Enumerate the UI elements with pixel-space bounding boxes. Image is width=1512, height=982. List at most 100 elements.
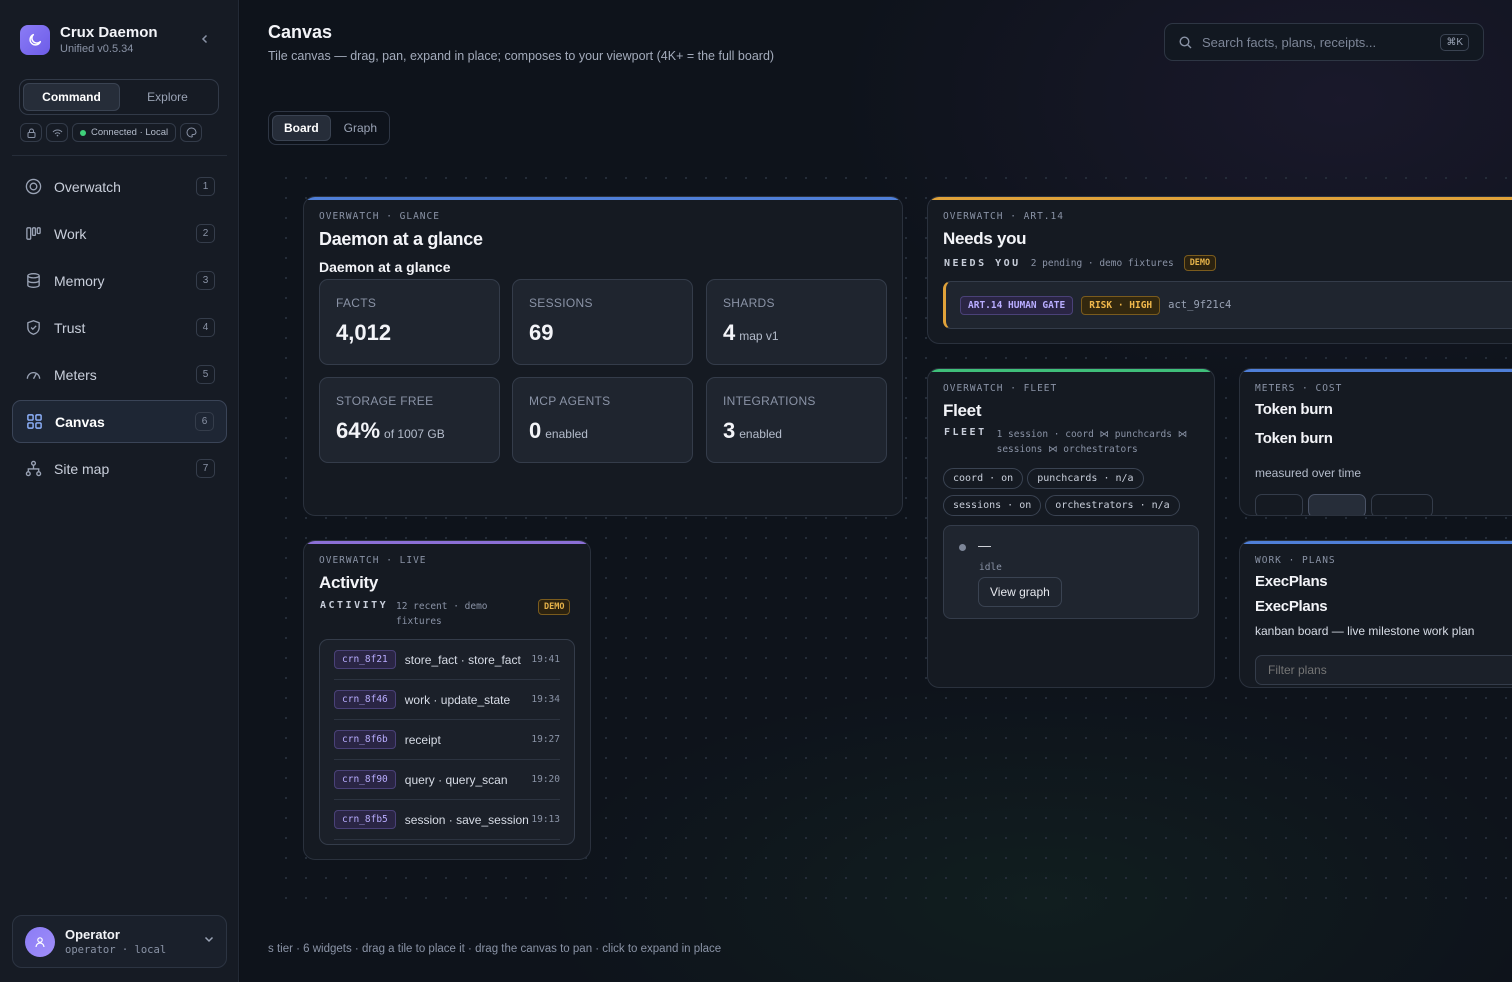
search-icon [1179, 35, 1192, 48]
nav-shortcut: 3 [196, 271, 215, 290]
nav-item-memory[interactable]: Memory 3 [12, 259, 227, 302]
lock-icon[interactable] [20, 123, 42, 142]
stat-value-row: 4 map v1 [723, 320, 870, 346]
search-box[interactable]: ⌘K [1164, 23, 1484, 61]
nav-shortcut: 1 [196, 177, 215, 196]
tile-accent [928, 369, 1214, 372]
range-chip[interactable] [1371, 494, 1433, 515]
view-graph-button[interactable]: View graph [978, 577, 1062, 607]
list-item[interactable]: crn_8f21 store_fact · store_fact 19:41 [334, 640, 560, 680]
stat-value-row: 3 enabled [723, 418, 870, 444]
nav-item-site-map[interactable]: Site map 7 [12, 447, 227, 490]
range-chip[interactable] [1308, 494, 1366, 515]
pill-coord[interactable]: coord · on [943, 468, 1024, 489]
avatar [25, 926, 55, 957]
stat-label: INTEGRATIONS [723, 394, 816, 408]
nav-label: Meters [54, 366, 97, 383]
list-item[interactable]: crn_8fb5 session · save_session 19:13 [334, 800, 560, 840]
nav-label: Work [54, 225, 87, 242]
collapse-sidebar-button[interactable] [196, 30, 214, 48]
connection-status[interactable]: Connected · Local [72, 123, 177, 142]
stat-value-row: 0 enabled [529, 418, 676, 444]
nav-item-meters[interactable]: Meters 5 [12, 353, 227, 396]
fleet-node-card[interactable]: — idle View graph [943, 525, 1199, 619]
view-tabs: Board Graph [268, 111, 390, 145]
connection-label: Connected · Local [91, 127, 169, 138]
activity-label: store_fact · store_fact [404, 652, 521, 667]
tile-daemon-glance[interactable]: OVERWATCH · GLANCE Daemon at a glance Da… [303, 196, 903, 516]
tile-eyebrow: METERS · COST [1255, 383, 1343, 394]
page-title: Canvas [268, 22, 333, 42]
tile-title: Activity [319, 573, 379, 592]
stat-integrations: INTEGRATIONS 3 enabled [706, 377, 887, 463]
database-icon [24, 272, 42, 290]
range-chip[interactable] [1255, 494, 1303, 515]
user-name: Operator [65, 927, 120, 942]
user-role: operator · local [65, 944, 167, 956]
tab-graph[interactable]: Graph [333, 115, 388, 141]
pill-sessions[interactable]: sessions · on [943, 495, 1042, 516]
pill-punchcards[interactable]: punchcards · n/a [1027, 468, 1144, 489]
node-status-dot-icon [959, 544, 966, 551]
nav-item-work[interactable]: Work 2 [12, 212, 227, 255]
activity-label: work · update_state [404, 692, 511, 707]
activity-id: crn_8f90 [334, 770, 396, 789]
filter-plans-input[interactable] [1255, 655, 1512, 685]
nav-item-canvas[interactable]: Canvas 6 [12, 400, 227, 443]
search-input[interactable] [1202, 34, 1441, 50]
main-nav: Overwatch 1 Work 2 Memory 3 Trust 4 Mete… [12, 165, 227, 494]
activity-label: session · save_session [404, 812, 529, 827]
list-item[interactable]: crn_8f90 query · query_scan 19:20 [334, 760, 560, 800]
tile-fleet[interactable]: OVERWATCH · FLEET Fleet FLEET 1 session … [927, 368, 1215, 688]
list-item[interactable]: crn_8f46 work · update_state 19:34 [334, 680, 560, 720]
tile-eyebrow: OVERWATCH · LIVE [319, 555, 427, 566]
tile-eyebrow: WORK · PLANS [1255, 555, 1336, 566]
chevron-down-icon [204, 936, 214, 943]
mode-switch: Command Explore [19, 79, 219, 115]
brand[interactable]: Crux Daemon Unified v0.5.34 [20, 24, 158, 55]
pill-orchestrators[interactable]: orchestrators · n/a [1045, 495, 1180, 516]
tab-board[interactable]: Board [272, 115, 331, 141]
nav-label: Memory [54, 272, 105, 289]
tile-subtitle: Token burn [1255, 430, 1333, 447]
tile-token-burn[interactable]: METERS · COST Token burn Token burn meas… [1239, 368, 1512, 516]
tile-activity[interactable]: OVERWATCH · LIVE Activity ACTIVITY 12 re… [303, 540, 591, 860]
signal-icon[interactable] [46, 123, 68, 142]
risk-tag: RISK · HIGH [1081, 295, 1161, 315]
tile-execplans[interactable]: WORK · PLANS ExecPlans ExecPlans kanban … [1239, 540, 1512, 688]
nav-item-trust[interactable]: Trust 4 [12, 306, 227, 349]
gauge-icon [24, 366, 42, 384]
stat-value: 69 [529, 320, 554, 345]
shield-icon [24, 319, 42, 337]
nav-item-overwatch[interactable]: Overwatch 1 [12, 165, 227, 208]
mode-command-button[interactable]: Command [23, 83, 120, 111]
tile-accent [928, 197, 1512, 200]
activity-list: crn_8f21 store_fact · store_fact 19:41 c… [319, 639, 575, 845]
tile-needs-you[interactable]: OVERWATCH · ART.14 Needs you NEEDS YOU 2… [927, 196, 1512, 344]
stat-value-row: 64% of 1007 GB [336, 418, 483, 444]
list-item[interactable]: crn_8f6b receipt 19:27 [334, 720, 560, 760]
activity-time: 19:27 [531, 734, 560, 745]
stat-value: 0 [529, 418, 542, 443]
action-id: act_9f21c4 [1168, 299, 1232, 311]
stat-value-row: 69 [529, 320, 676, 346]
node-state: idle [979, 562, 1002, 573]
moon-icon [20, 24, 50, 55]
fleet-header-row: FLEET 1 session · coord ⋈ punchcards ⋈ s… [944, 427, 1187, 457]
nav-shortcut: 4 [196, 318, 215, 337]
user-icon [35, 936, 45, 947]
fleet-meta-line: sessions ⋈ orchestrators [996, 444, 1138, 455]
activity-label: query · query_scan [404, 772, 508, 787]
user-menu[interactable]: Operator operator · local [12, 915, 227, 968]
stat-label: STORAGE FREE [336, 394, 434, 408]
stat-mcp-agents: MCP AGENTS 0 enabled [512, 377, 693, 463]
palette-icon[interactable] [180, 123, 203, 142]
kanban-icon [24, 225, 42, 243]
brand-version: Unified v0.5.34 [60, 43, 134, 55]
gate-item[interactable]: ART.14 HUMAN GATE RISK · HIGH act_9f21c4 [943, 281, 1512, 329]
stat-value-row: 4,012 [336, 320, 483, 346]
demo-badge: DEMO [538, 599, 571, 615]
stat-unit: map v1 [739, 329, 779, 343]
mode-explore-button[interactable]: Explore [120, 83, 215, 111]
canvas-board[interactable]: OVERWATCH · GLANCE Daemon at a glance Da… [268, 160, 1512, 900]
